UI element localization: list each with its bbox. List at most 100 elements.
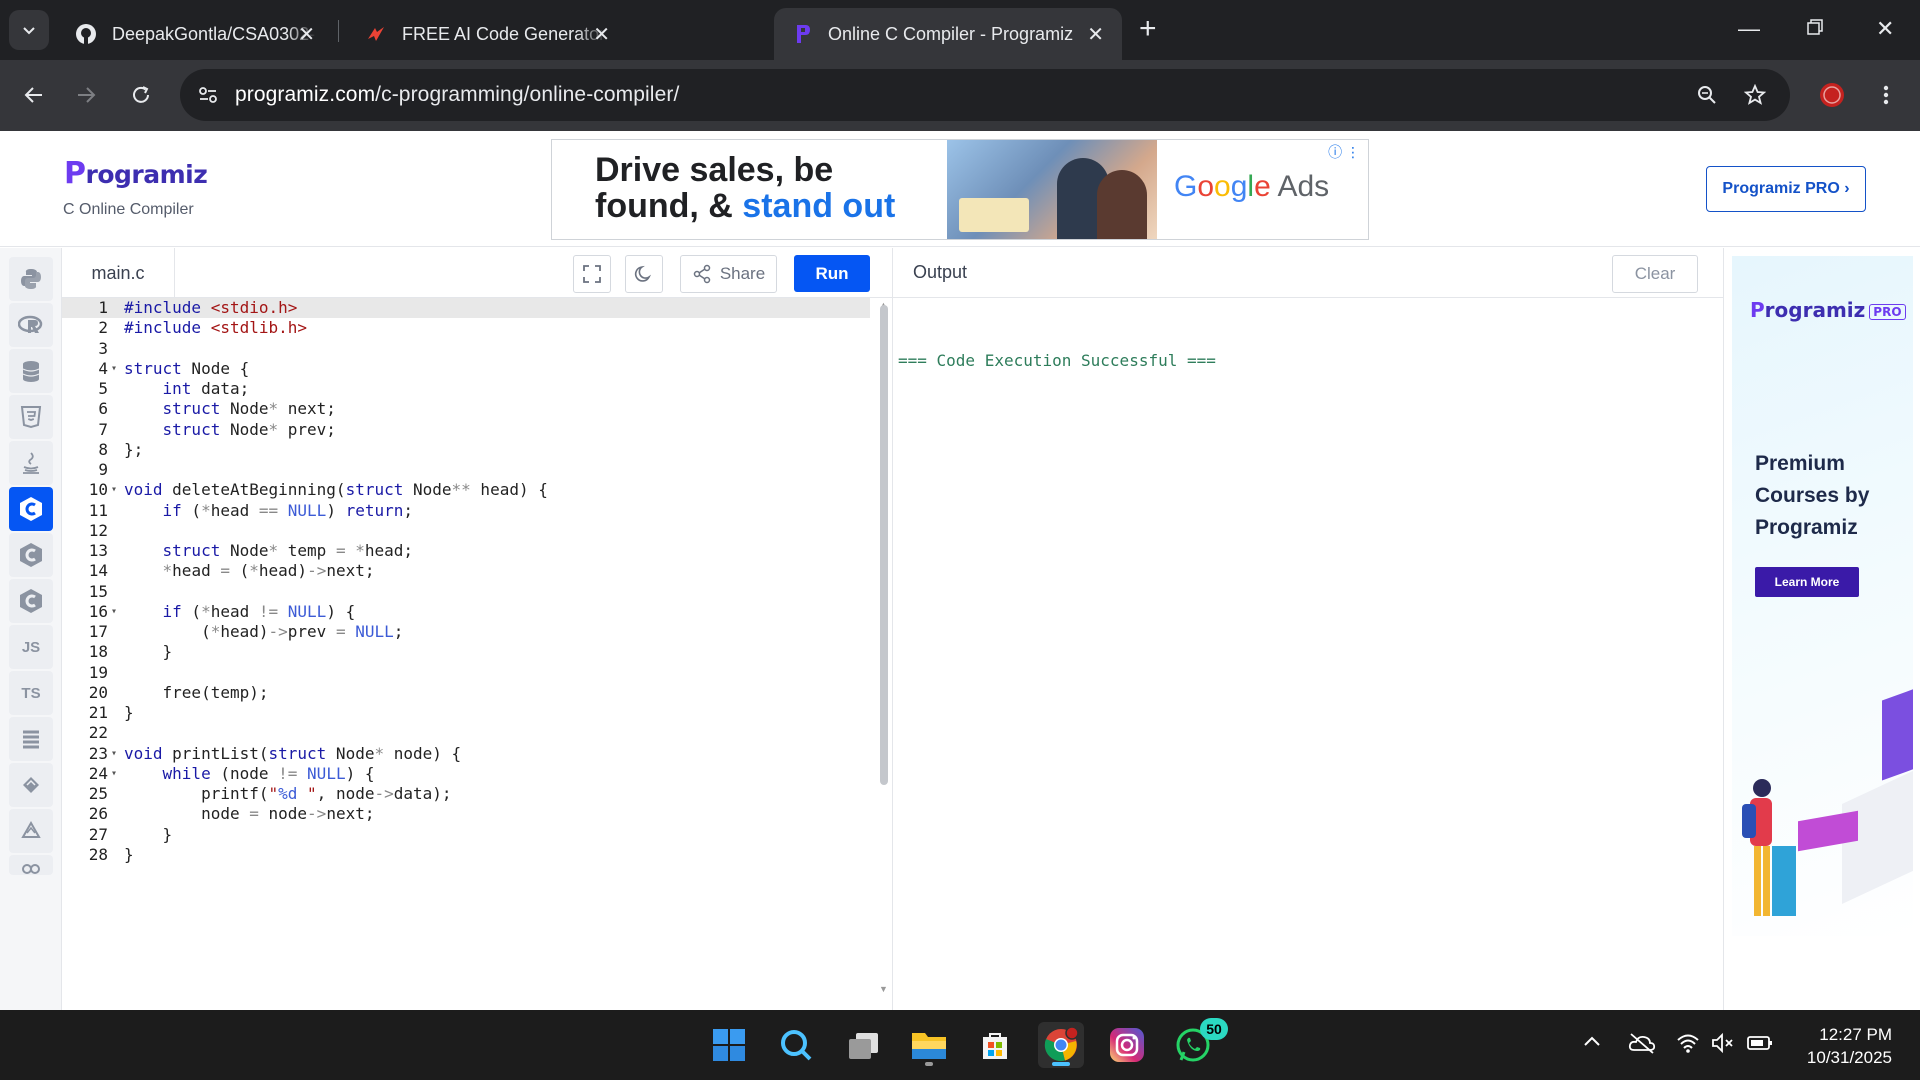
code-line[interactable]: 28} — [62, 845, 870, 865]
chrome-button[interactable] — [1038, 1022, 1084, 1068]
language-c-icon[interactable] — [9, 487, 53, 531]
code-line[interactable]: 26 node = node->next; — [62, 804, 870, 824]
code-line[interactable]: 9 — [62, 460, 870, 480]
language-js-icon[interactable]: JS — [9, 625, 53, 669]
task-view-button[interactable] — [840, 1022, 886, 1068]
file-explorer-button[interactable] — [906, 1022, 952, 1068]
tab-close-icon[interactable]: ✕ — [1087, 22, 1104, 47]
language-csharp-icon[interactable] — [9, 579, 53, 623]
tab-close-icon[interactable]: ✕ — [593, 22, 610, 47]
code-line[interactable]: 14 *head = (*head)->next; — [62, 561, 870, 581]
code-line[interactable]: 2 #include <stdlib.h> — [62, 318, 870, 338]
code-line[interactable]: 13 struct Node* temp = *head; — [62, 541, 870, 561]
search-icon — [781, 1030, 812, 1061]
tab-search-button[interactable] — [9, 10, 49, 50]
code-line[interactable]: 12 — [62, 521, 870, 541]
top-banner-ad[interactable]: Drive sales, be found, & stand out Googl… — [551, 139, 1369, 240]
code-line[interactable]: 27 } — [62, 825, 870, 845]
clear-button[interactable]: Clear — [1612, 255, 1698, 293]
file-tab-main[interactable]: main.c — [62, 248, 175, 298]
search-button[interactable] — [773, 1022, 819, 1068]
editor-scrollbar[interactable] — [880, 305, 888, 785]
fold-toggle-icon[interactable]: ▾ — [108, 764, 120, 784]
browser-tab-github[interactable]: DeepakGontla/CSA0302-Data-S ✕ — [58, 8, 333, 60]
browser-tab-codegen[interactable]: FREE AI Code Generator: Gener ✕ — [348, 8, 628, 60]
code-line[interactable]: 11 if (*head == NULL) return; — [62, 501, 870, 521]
language-java-icon[interactable] — [9, 441, 53, 485]
line-number: 7 — [98, 419, 108, 439]
code-line[interactable]: 21} — [62, 703, 870, 723]
whatsapp-button[interactable]: 50 — [1170, 1018, 1228, 1068]
tray-overflow-chevron-icon[interactable] — [1582, 1032, 1602, 1057]
run-button[interactable]: Run — [794, 255, 870, 292]
language-sql-icon[interactable] — [9, 349, 53, 393]
language-ts-icon[interactable]: TS — [9, 671, 53, 715]
start-button[interactable] — [706, 1022, 752, 1068]
browser-menu-button[interactable] — [1868, 77, 1904, 113]
code-line[interactable]: 19 — [62, 663, 870, 683]
new-tab-button[interactable]: + — [1139, 14, 1157, 44]
programiz-pro-button[interactable]: Programiz PRO › — [1706, 166, 1866, 212]
bookmark-star-icon[interactable] — [1741, 81, 1769, 109]
back-button[interactable] — [16, 77, 52, 113]
system-clock[interactable]: 12:27 PM 10/31/2025 — [1782, 1023, 1892, 1069]
scroll-down-arrow[interactable]: ▼ — [879, 984, 888, 994]
code-line[interactable]: 18 } — [62, 642, 870, 662]
language-php-icon[interactable] — [9, 763, 53, 807]
address-bar[interactable]: programiz.com/c-programming/online-compi… — [180, 69, 1790, 121]
code-line[interactable]: 8}; — [62, 440, 870, 460]
fold-toggle-icon[interactable]: ▾ — [108, 359, 120, 379]
code-line[interactable]: 25 printf("%d ", node->data); — [62, 784, 870, 804]
language-r-icon[interactable] — [9, 303, 53, 347]
line-number: 15 — [88, 581, 108, 601]
profile-avatar[interactable] — [1814, 77, 1850, 113]
code-line[interactable]: 3 — [62, 339, 870, 359]
code-line[interactable]: 16 ▾ if (*head != NULL) { — [62, 602, 870, 622]
wifi-icon[interactable] — [1676, 1032, 1700, 1059]
reload-button[interactable] — [123, 77, 159, 113]
code-line[interactable]: 17 (*head)->prev = NULL; — [62, 622, 870, 642]
store-button[interactable] — [972, 1022, 1018, 1068]
battery-icon[interactable] — [1747, 1032, 1773, 1059]
onedrive-offline-icon[interactable] — [1628, 1032, 1656, 1059]
code-line[interactable]: 4 ▾ struct Node { — [62, 359, 870, 379]
code-line[interactable]: 10 ▾ void deleteAtBeginning(struct Node** … — [62, 480, 870, 500]
code-line[interactable]: 20 free(temp); — [62, 683, 870, 703]
code-editor[interactable]: 1 #include <stdio.h> 2 #include <stdlib.h> 3… — [62, 298, 892, 1010]
language-cpp-icon[interactable] — [9, 533, 53, 577]
fold-toggle-icon[interactable]: ▾ — [108, 480, 120, 500]
zoom-icon[interactable] — [1693, 81, 1721, 109]
tab-close-icon[interactable]: ✕ — [298, 22, 315, 47]
code-line[interactable]: 7 struct Node* prev; — [62, 420, 870, 440]
close-window-button[interactable]: ✕ — [1876, 16, 1894, 42]
share-button[interactable]: Share — [680, 255, 777, 293]
language-swift-icon[interactable] — [9, 809, 53, 853]
code-line[interactable]: 15 — [62, 582, 870, 602]
minimize-button[interactable]: — — [1738, 16, 1760, 42]
programiz-pro-ad[interactable]: Programiz PRO Premium Courses by Programi… — [1732, 256, 1913, 936]
language-html-icon[interactable] — [9, 395, 53, 439]
code-line[interactable]: 6 struct Node* next; — [62, 399, 870, 419]
language-more-icon[interactable] — [9, 855, 53, 875]
dark-mode-button[interactable] — [625, 255, 663, 293]
more-vertical-icon — [1883, 85, 1889, 105]
ad-info-icon[interactable]: ⓘ ⋮ — [1328, 142, 1360, 162]
fold-toggle-icon[interactable]: ▾ — [108, 744, 120, 764]
browser-tab-programiz[interactable]: Online C Compiler - Programiz ✕ — [774, 8, 1122, 60]
instagram-button[interactable] — [1104, 1022, 1150, 1068]
code-line[interactable]: 5 int data; — [62, 379, 870, 399]
code-line[interactable]: 23 ▾ void printList(struct Node* node) { — [62, 744, 870, 764]
forward-button[interactable] — [68, 77, 104, 113]
speaker-muted-icon[interactable] — [1711, 1032, 1735, 1059]
code-line[interactable]: 22 — [62, 723, 870, 743]
language-python-icon[interactable] — [9, 257, 53, 301]
restore-button[interactable] — [1806, 16, 1824, 42]
fold-toggle-icon[interactable]: ▾ — [108, 602, 120, 622]
code-line[interactable]: 1 #include <stdio.h> — [62, 298, 870, 319]
fullscreen-button[interactable] — [573, 255, 611, 293]
code-line[interactable]: 24 ▾ while (node != NULL) { — [62, 764, 870, 784]
programiz-logo[interactable]: Programiz — [64, 156, 208, 191]
site-info-icon[interactable] — [194, 81, 222, 109]
learn-more-button[interactable]: Learn More — [1755, 567, 1859, 597]
language-go-icon[interactable] — [9, 717, 53, 761]
